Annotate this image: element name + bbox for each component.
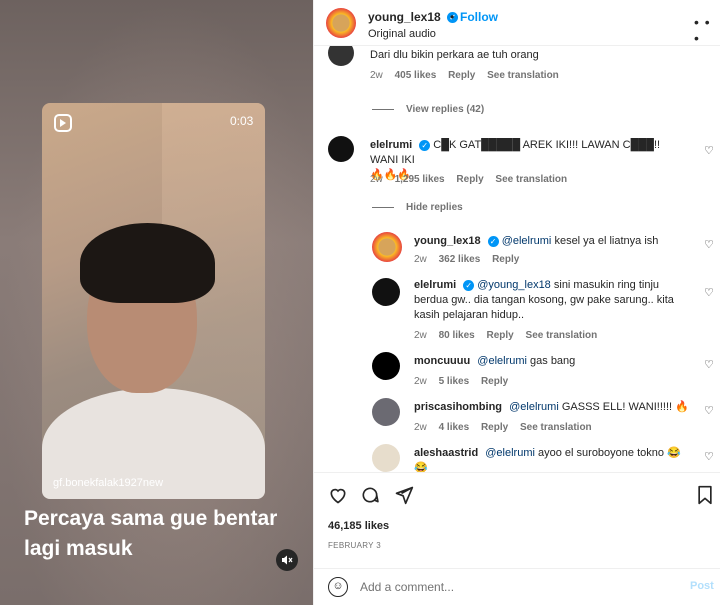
post-actions: 46,185 likes FEBRUARY 3 [314,472,720,560]
commenter-username[interactable]: elelrumi [370,139,412,151]
verified-badge-icon: ✓ [487,235,499,247]
share-icon[interactable] [394,485,414,505]
comment-age: 2w [370,70,383,81]
comment-text: C█K GAT█████ AREK IKI!!! LAWAN C███!! WA… [370,139,661,166]
see-translation-button[interactable]: See translation [526,330,598,341]
like-comment-icon[interactable]: ♡ [704,404,714,417]
like-icon[interactable] [328,485,348,505]
comment-text: Dari dlu bikin perkara ae tuh orang [370,49,539,61]
separator-dot: • [450,10,455,24]
verified-badge-icon: ✓ [419,139,431,151]
mention-link[interactable]: @elelrumi [509,401,559,413]
like-comment-icon[interactable]: ♡ [704,144,714,157]
view-replies-button[interactable]: View replies (42) [372,104,484,115]
reply-button[interactable]: Reply [448,70,475,81]
like-comment-icon[interactable]: ♡ [704,238,714,251]
reply-button[interactable]: Reply [481,376,508,387]
volume-muted-icon[interactable] [276,549,298,571]
reel-media[interactable]: 0:03 gf.bonekfalak1927new Percaya sama g… [0,0,313,605]
reply-button[interactable]: Reply [481,422,508,433]
mention-link[interactable]: @elelrumi [502,235,552,247]
commenter-avatar[interactable] [372,232,402,262]
see-translation-button[interactable]: See translation [495,174,567,185]
like-comment-icon[interactable]: ♡ [704,450,714,463]
audio-link[interactable]: Original audio [368,28,436,40]
embedded-video-frame [42,103,265,499]
verified-badge-icon: ✓ [463,279,475,291]
author-avatar[interactable] [326,8,356,38]
reply-button[interactable]: Reply [456,174,483,185]
commenter-avatar[interactable] [372,278,400,306]
like-count[interactable]: 46,185 likes [328,520,389,532]
commenter-avatar[interactable] [372,352,400,380]
emoji-picker-icon[interactable]: ☺ [328,577,348,597]
commenter-avatar[interactable] [372,444,400,472]
reply-button[interactable]: Reply [487,330,514,341]
author-username[interactable]: young_lex18 [368,10,441,24]
bookmark-icon[interactable] [696,485,716,505]
reels-icon [54,114,72,132]
see-translation-button[interactable]: See translation [487,70,559,81]
comment-input[interactable] [360,578,670,596]
add-comment-bar: ☺ Post [314,568,720,605]
post-date: FEBRUARY 3 [328,541,381,550]
more-options-icon[interactable]: • • • [694,14,720,46]
reply-button[interactable]: Reply [492,254,519,265]
commenter-avatar[interactable] [328,46,354,66]
comment-likes[interactable]: 405 likes [395,70,437,81]
mention-link[interactable]: @elelrumi [485,447,535,459]
comment-icon[interactable] [360,485,380,505]
mention-link[interactable]: @elelrumi [477,355,527,367]
mention-link[interactable]: @young_lex18 [477,279,551,291]
see-translation-button[interactable]: See translation [520,422,592,433]
commenter-avatar[interactable] [372,398,400,426]
hide-replies-button[interactable]: Hide replies [372,202,463,213]
like-comment-icon[interactable]: ♡ [704,358,714,371]
like-comment-icon[interactable]: ♡ [704,286,714,299]
video-duration: 0:03 [230,114,254,128]
post-header: young_lex18 ✓ • Follow Original audio • … [314,0,720,46]
commenter-avatar[interactable] [328,136,354,162]
post-button[interactable]: Post [690,580,714,592]
video-caption: Percaya sama gue bentar lagi masuk [24,507,278,560]
reel-modal: 0:03 gf.bonekfalak1927new Percaya sama g… [0,0,720,605]
comments-list[interactable]: Dari dlu bikin perkara ae tuh orang 2w 4… [314,46,720,472]
comments-panel: young_lex18 ✓ • Follow Original audio • … [313,0,720,605]
follow-button[interactable]: Follow [460,10,498,24]
video-watermark: gf.bonekfalak1927new [53,477,164,489]
